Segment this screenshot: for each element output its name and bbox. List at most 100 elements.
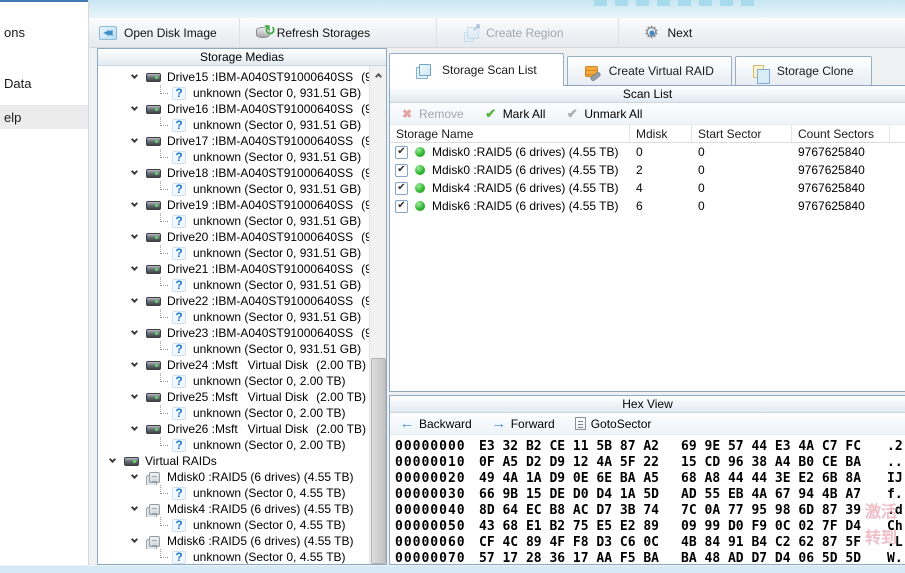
tree-item-icon xyxy=(172,246,189,260)
action-button[interactable]: Mark All xyxy=(484,106,546,122)
tree-item[interactable]: Drive22 :IBM-A040ST91000640SS (931. xyxy=(98,293,369,309)
row-checkbox[interactable] xyxy=(395,200,408,213)
tree-item[interactable]: unknown (Sector 0, 2.00 TB) xyxy=(98,437,369,453)
tree-connector xyxy=(160,181,168,190)
right-panel: Storage Scan List Create Virtual RAID St… xyxy=(389,48,905,565)
chevron-down-icon[interactable] xyxy=(131,296,138,303)
tree-item-size: (931. xyxy=(361,326,369,340)
sidebar-item[interactable]: Data xyxy=(0,71,88,95)
tree-item[interactable]: Drive21 :IBM-A040ST91000640SS (931. xyxy=(98,261,369,277)
row-checkbox[interactable] xyxy=(395,164,408,177)
tree-item[interactable]: Drive17 :IBM-A040ST91000640SS (931. xyxy=(98,133,369,149)
row-storage-name: Mdisk4 :RAID5 (6 drives) (4.55 TB) xyxy=(432,181,619,195)
tree-item[interactable]: unknown (Sector 0, 931.51 GB) xyxy=(98,149,369,165)
tree-item[interactable]: unknown (Sector 0, 931.51 GB) xyxy=(98,85,369,101)
column-header[interactable]: Mdisk xyxy=(630,125,692,142)
action-label: Forward xyxy=(511,417,555,431)
tree-item[interactable]: Drive18 :IBM-A040ST91000640SS (931. xyxy=(98,165,369,181)
row-checkbox[interactable] xyxy=(395,182,408,195)
toolbar-button[interactable]: Create Region xyxy=(437,18,618,47)
tree-item[interactable]: unknown (Sector 0, 4.55 TB) xyxy=(98,485,369,501)
tree-item-size: (931. xyxy=(361,294,369,308)
tree-item[interactable]: Drive16 :IBM-A040ST91000640SS (931. xyxy=(98,101,369,117)
toolbar-button[interactable]: Refresh Storages xyxy=(240,18,437,47)
chevron-down-icon[interactable] xyxy=(131,424,138,431)
tree-item[interactable]: unknown (Sector 0, 931.51 GB) xyxy=(98,341,369,357)
column-header[interactable]: Start Sector xyxy=(692,125,792,142)
hex-offset: 00000000 xyxy=(395,439,479,454)
tab[interactable]: Create Virtual RAID xyxy=(567,56,732,85)
tree-item[interactable]: unknown (Sector 0, 931.51 GB) xyxy=(98,181,369,197)
action-button[interactable]: Remove xyxy=(400,107,464,121)
chevron-down-icon[interactable] xyxy=(131,136,138,143)
tree-item-icon xyxy=(172,550,189,564)
chevron-down-icon[interactable] xyxy=(131,504,138,511)
hex-bytes-group2: 69 9E 57 44 E3 4A C7 FC xyxy=(681,439,861,454)
tree-item[interactable]: unknown (Sector 0, 931.51 GB) xyxy=(98,309,369,325)
tree-item[interactable]: Drive20 :IBM-A040ST91000640SS (931. xyxy=(98,229,369,245)
hex-dump[interactable]: 00000000 E3 32 B2 CE 11 5B 87 A2 69 9E 5… xyxy=(390,435,905,564)
tree-item[interactable]: Mdisk0 :RAID5 (6 drives) (4.55 TB) xyxy=(98,469,369,485)
sidebar-item[interactable]: ons xyxy=(0,20,88,44)
tree-item-label: Drive21 :IBM-A040ST91000640SS xyxy=(167,262,353,276)
chevron-down-icon[interactable] xyxy=(131,472,138,479)
hex-row: 00000020 49 4A 1A D9 0E 6E BA A5 68 A8 4… xyxy=(395,470,905,486)
tree-item[interactable]: Drive23 :IBM-A040ST91000640SS (931. xyxy=(98,325,369,341)
toolbar-button[interactable]: Next xyxy=(619,18,709,47)
tree-scrollbar[interactable] xyxy=(369,66,386,564)
sidebar-item-label: ons xyxy=(4,25,25,40)
toolbar-button[interactable]: Open Disk Image xyxy=(89,18,240,47)
chevron-down-icon[interactable] xyxy=(131,536,138,543)
sidebar-item[interactable]: elp xyxy=(0,105,88,129)
tab[interactable]: Storage Clone xyxy=(735,56,872,85)
action-button[interactable]: Forward xyxy=(492,415,555,432)
tree-item[interactable]: unknown (Sector 0, 931.51 GB) xyxy=(98,117,369,133)
chevron-down-icon[interactable] xyxy=(131,104,138,111)
scan-table-row[interactable]: Mdisk0 :RAID5 (6 drives) (4.55 TB) 0 0 9… xyxy=(390,143,905,161)
tree-item[interactable]: unknown (Sector 0, 931.51 GB) xyxy=(98,245,369,261)
chevron-down-icon[interactable] xyxy=(131,200,138,207)
tree-item[interactable]: Mdisk4 :RAID5 (6 drives) (4.55 TB) xyxy=(98,501,369,517)
tree-item[interactable]: Virtual RAIDs xyxy=(98,453,369,469)
tree-item[interactable]: unknown (Sector 0, 931.51 GB) xyxy=(98,213,369,229)
chevron-down-icon[interactable] xyxy=(109,456,116,463)
column-header[interactable]: Count Sectors xyxy=(792,125,890,142)
tree-item[interactable]: Drive19 :IBM-A040ST91000640SS (931. xyxy=(98,197,369,213)
action-icon xyxy=(575,417,586,430)
action-button[interactable]: Backward xyxy=(400,415,472,432)
tree-item[interactable]: unknown (Sector 0, 931.51 GB) xyxy=(98,277,369,293)
tab[interactable]: Storage Scan List xyxy=(389,53,564,86)
tab-label: Create Virtual RAID xyxy=(609,64,714,78)
chevron-down-icon[interactable] xyxy=(131,392,138,399)
chevron-down-icon[interactable] xyxy=(131,264,138,271)
tree-item[interactable]: unknown (Sector 0, 2.00 TB) xyxy=(98,373,369,389)
chevron-down-icon[interactable] xyxy=(131,72,138,79)
action-button[interactable]: Unmark All xyxy=(565,106,642,122)
cell-storage-name: Mdisk4 :RAID5 (6 drives) (4.55 TB) xyxy=(390,181,630,195)
row-checkbox[interactable] xyxy=(395,146,408,159)
tree-item[interactable]: unknown (Sector 0, 2.00 TB) xyxy=(98,405,369,421)
chevron-down-icon[interactable] xyxy=(131,328,138,335)
tree-item-label: unknown (Sector 0, 931.51 GB) xyxy=(193,150,361,164)
tree-item[interactable]: unknown (Sector 0, 4.55 TB) xyxy=(98,517,369,533)
tree-item[interactable]: Drive15 :IBM-A040ST91000640SS (931. xyxy=(98,69,369,85)
action-button[interactable]: GotoSector xyxy=(575,417,652,431)
storage-medias-header: Storage Medias xyxy=(98,49,386,66)
scan-table-row[interactable]: Mdisk6 :RAID5 (6 drives) (4.55 TB) 6 0 9… xyxy=(390,197,905,215)
tree-item[interactable]: Drive24 :Msft Virtual Disk (2.00 TB) xyxy=(98,357,369,373)
tree-item[interactable]: unknown (Sector 0, 4.55 TB) xyxy=(98,549,369,564)
column-header[interactable]: Storage Name xyxy=(390,125,630,142)
tree-item-label: unknown (Sector 0, 931.51 GB) xyxy=(193,182,361,196)
hex-bytes-group2: BA 48 AD D7 D4 06 5D 5D xyxy=(681,551,861,565)
tree-item[interactable]: Drive26 :Msft Virtual Disk (2.00 TB) xyxy=(98,421,369,437)
hex-offset: 00000040 xyxy=(395,503,479,518)
scan-table-row[interactable]: Mdisk4 :RAID5 (6 drives) (4.55 TB) 4 0 9… xyxy=(390,179,905,197)
chevron-down-icon[interactable] xyxy=(131,232,138,239)
chevron-down-icon[interactable] xyxy=(131,360,138,367)
tree-item[interactable]: Drive25 :Msft Virtual Disk (2.00 TB) xyxy=(98,389,369,405)
scrollbar-thumb[interactable] xyxy=(371,358,386,564)
tree-item[interactable]: Mdisk6 :RAID5 (6 drives) (4.55 TB) xyxy=(98,533,369,549)
scroll-up-arrow[interactable] xyxy=(370,66,386,83)
scan-table-row[interactable]: Mdisk0 :RAID5 (6 drives) (4.55 TB) 2 0 9… xyxy=(390,161,905,179)
chevron-down-icon[interactable] xyxy=(131,168,138,175)
